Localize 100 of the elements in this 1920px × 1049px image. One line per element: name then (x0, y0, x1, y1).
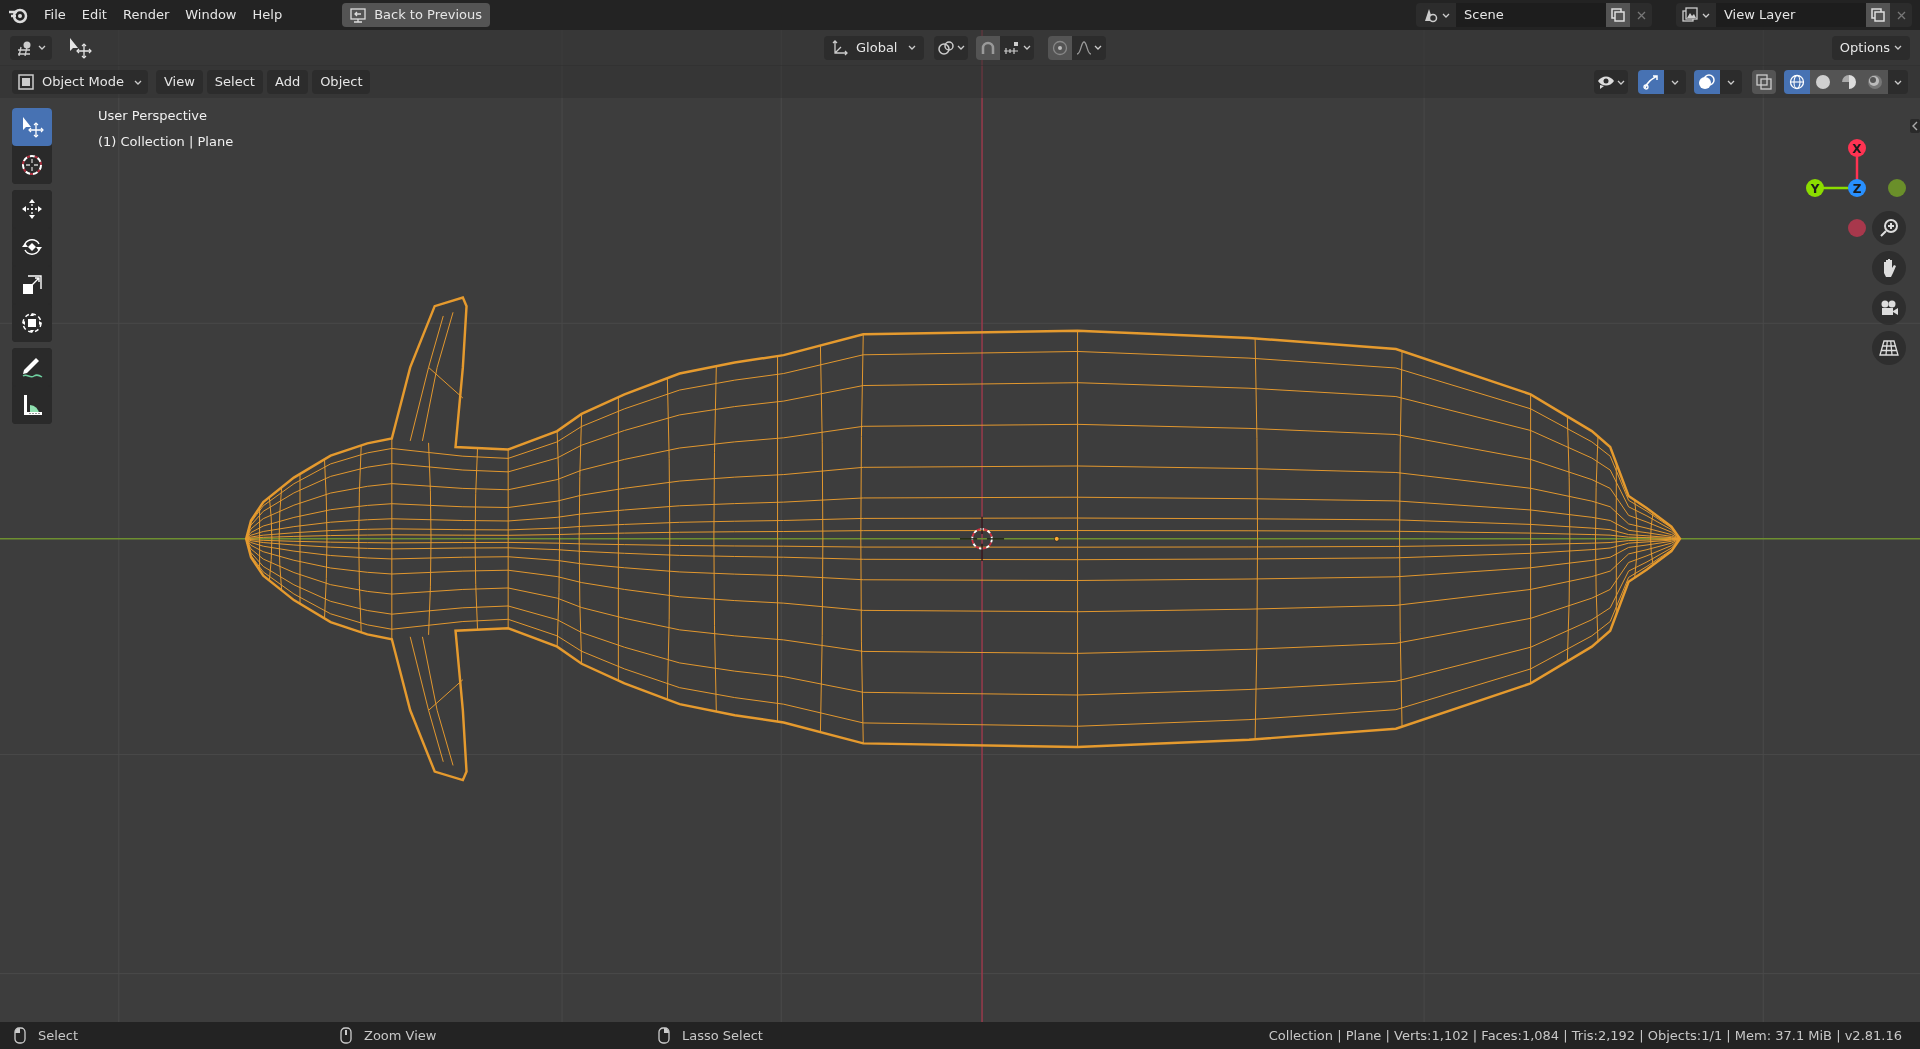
axis-handle[interactable]: Y (1806, 179, 1824, 197)
falloff-dropdown[interactable] (1072, 35, 1106, 60)
menu-button[interactable]: Object (312, 70, 371, 94)
caret-icon (1894, 45, 1902, 50)
movie-camera-icon (1879, 299, 1899, 317)
object-mode-dropdown[interactable]: Object Mode (12, 70, 148, 94)
close-icon (1636, 10, 1646, 20)
close-button[interactable] (1630, 3, 1652, 27)
caret-icon (957, 45, 965, 50)
zoom-button[interactable] (1872, 211, 1906, 245)
transform-orientation-dropdown[interactable]: Global (824, 35, 924, 60)
overlapping-squares-icon (1756, 74, 1772, 90)
view-layer-name-field[interactable]: View Layer (1716, 3, 1866, 27)
close-button[interactable] (1890, 3, 1912, 27)
menu-button[interactable]: Add (266, 70, 309, 94)
overlays-dropdown[interactable] (1720, 70, 1742, 94)
axis-handle[interactable]: X (1848, 139, 1866, 157)
negative-y-axis-dot[interactable] (1888, 179, 1906, 197)
caret-icon (1894, 79, 1902, 85)
caret-icon (1094, 45, 1102, 50)
new-scene-button[interactable] (1606, 3, 1630, 27)
new-view-layer-button[interactable] (1866, 3, 1890, 27)
proportional-editing-toggle[interactable] (1048, 35, 1072, 60)
shortcut-hint: Zoom View (364, 1026, 437, 1045)
shaded-sphere-icon (1867, 74, 1883, 90)
caret-icon (1671, 79, 1679, 85)
zoom-icon (1879, 218, 1899, 238)
linked-rings-icon (937, 39, 955, 56)
scene-selector[interactable] (1416, 3, 1456, 27)
shortcut-hint: Lasso Select (682, 1026, 763, 1045)
shading-mode-button[interactable] (1810, 70, 1836, 94)
overlays-toggle[interactable] (1694, 70, 1720, 94)
scene-icon (1422, 7, 1438, 23)
shading-dropdown[interactable] (1888, 70, 1908, 94)
scene-name-field[interactable]: Scene (1456, 3, 1606, 27)
perspective-toggle-button[interactable] (1872, 331, 1906, 365)
falloff-curve-icon (1076, 40, 1092, 55)
duplicate-icon (1611, 8, 1625, 22)
3d-cursor-icon (20, 153, 44, 177)
pivot-point-dropdown[interactable] (934, 35, 968, 60)
mouse-icon (658, 1027, 670, 1044)
arrows-icon (1642, 73, 1660, 91)
pencil-icon (20, 355, 44, 379)
origin-dot (1053, 536, 1060, 542)
options-dropdown[interactable]: Options (1831, 35, 1910, 60)
visibility-dropdown[interactable] (1594, 70, 1628, 94)
half-shaded-sphere-icon (1841, 74, 1857, 90)
x-ray-toggle[interactable] (1752, 70, 1776, 94)
solid-sphere-icon (1815, 74, 1831, 90)
mouse-icon (340, 1027, 352, 1044)
menu-item[interactable]: Edit (73, 3, 115, 27)
caret-icon (134, 79, 142, 85)
caret-icon (1702, 12, 1710, 18)
shading-mode-button[interactable] (1784, 70, 1810, 94)
mouse-icon (14, 1027, 26, 1044)
menu-item[interactable]: Render (114, 3, 178, 27)
menu-item[interactable]: File (36, 3, 74, 27)
select-move-tool-icon[interactable] (68, 36, 92, 59)
caret-icon (38, 45, 46, 50)
pan-button[interactable] (1872, 251, 1906, 285)
axes-icon (832, 39, 848, 56)
menu-item[interactable]: Window (177, 3, 245, 27)
globe-icon (1789, 74, 1805, 90)
negative-x-axis-dot[interactable] (1848, 219, 1866, 237)
collapse-arrow-icon[interactable] (1910, 119, 1920, 133)
snap-element-dropdown[interactable] (1000, 35, 1034, 60)
object-mode-icon (18, 74, 34, 90)
caret-icon (1023, 45, 1031, 50)
axis-handle[interactable]: Z (1848, 179, 1866, 197)
camera-view-button[interactable] (1872, 291, 1906, 325)
grid-icon (1879, 339, 1899, 357)
caret-icon (1727, 79, 1735, 85)
move-arrows-icon (20, 197, 44, 221)
increment-icon (1003, 40, 1021, 55)
caret-icon (1442, 12, 1450, 18)
scale-icon (20, 273, 44, 297)
caret-icon (908, 45, 916, 50)
select-move-icon (20, 115, 44, 139)
target-icon (1052, 39, 1068, 56)
shortcut-hint: Select (38, 1026, 79, 1045)
object-info-label: (1) Collection | Plane (98, 132, 234, 151)
view-name-label: User Perspective (98, 107, 209, 125)
back-to-previous-button[interactable]: Back to Previous (342, 3, 490, 27)
view-layer-selector[interactable] (1676, 3, 1716, 27)
editor-type-button[interactable] (10, 35, 52, 60)
caret-icon (1617, 79, 1625, 85)
gizmo-toggle[interactable] (1638, 70, 1664, 94)
menu-button[interactable]: Select (206, 70, 263, 94)
gizmo-dropdown[interactable] (1664, 70, 1686, 94)
scene-statistics-text: Collection | Plane | Verts:1,102 | Faces:1,084 | Tris:2,192 | Objects:1/1 | Mem: 37.1 MiB | v2.81.16 (1268, 1026, 1902, 1045)
shading-mode-button[interactable] (1862, 70, 1888, 94)
duplicate-icon (1871, 8, 1885, 22)
menu-item[interactable]: Help (244, 3, 291, 27)
snap-toggle[interactable] (976, 35, 1000, 60)
overlapping-circles-icon (1698, 73, 1716, 91)
menu-button[interactable]: View (156, 70, 203, 94)
3d-cursor-icon[interactable] (959, 516, 1005, 562)
eye-icon (1597, 75, 1615, 89)
transform-icon (20, 311, 44, 335)
magnet-icon (980, 39, 996, 56)
